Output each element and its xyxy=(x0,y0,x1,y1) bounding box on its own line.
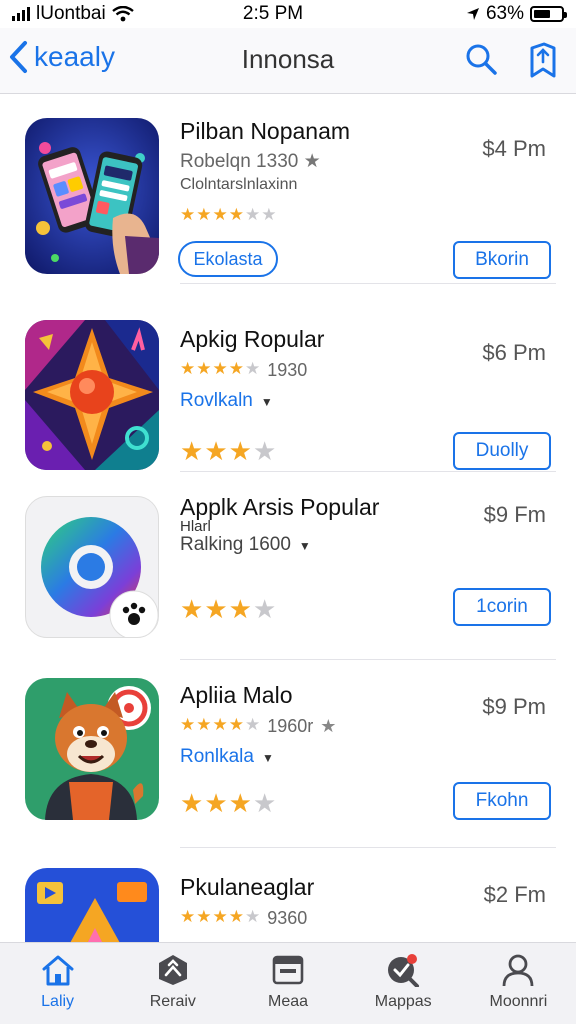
ranking-link[interactable]: Ralking 1600 ▼ xyxy=(180,534,311,556)
star-icon: ★ xyxy=(320,716,337,736)
tab-reraiv[interactable]: Reraiv xyxy=(115,943,230,1024)
tab-label: Reraiv xyxy=(149,993,196,1010)
app-name: Apliia Malo xyxy=(180,682,293,708)
caret-down-icon: ▼ xyxy=(260,395,273,409)
search-badge-icon xyxy=(388,954,420,987)
app-price: $6 Pm xyxy=(482,340,546,365)
tab-mappas[interactable]: Mappas xyxy=(346,943,461,1024)
tab-label: Moonnri xyxy=(489,993,548,1010)
tab-label: Laliy xyxy=(41,993,75,1010)
bookmark-share-icon xyxy=(530,42,556,78)
back-button[interactable]: keaaly xyxy=(8,40,115,74)
list-item[interactable]: Applk Arsis Popular $9 Fm Hlarl Ralking … xyxy=(0,472,576,660)
rating-count: 1930 xyxy=(267,360,308,380)
app-name: Apkig Ropular xyxy=(180,326,325,352)
caret-down-icon: ▼ xyxy=(261,751,274,765)
app-icon-star-burst xyxy=(25,320,159,470)
app-price: $9 Fm xyxy=(483,502,546,527)
rating-count: 9360 xyxy=(267,908,308,928)
app-name: Pilban Nopanam xyxy=(180,118,351,144)
share-button[interactable] xyxy=(528,42,558,83)
chevron-left-icon xyxy=(10,41,27,73)
app-icon-triangle-game xyxy=(25,868,159,942)
tab-label: Meaa xyxy=(267,993,309,1010)
star-rating: ★ ★ ★ ★ xyxy=(180,594,277,624)
star-rating: ★ ★ ★ ★ xyxy=(180,788,277,818)
location-icon xyxy=(466,8,479,20)
app-price: $4 Pm xyxy=(482,136,546,161)
small-star-rating: ★ ★ ★ ★ ★ 9360 xyxy=(180,907,308,928)
category-pill-button[interactable]: Ekolasta xyxy=(178,241,278,277)
app-icon-fox-character xyxy=(25,678,159,820)
search-icon xyxy=(466,44,497,75)
tab-label: Mappas xyxy=(374,993,432,1010)
navigation-bar: keaaly Innonsa xyxy=(0,28,576,94)
get-button[interactable]: Fkohn xyxy=(453,782,551,820)
app-name: Applk Arsis Popular xyxy=(180,494,380,520)
app-icon-phones xyxy=(25,118,159,274)
app-rating-text: Robelqn 1330 ★ xyxy=(180,151,321,172)
battery-icon xyxy=(530,6,567,22)
battery-percent: 63% xyxy=(485,3,524,24)
category-link[interactable]: Ronlkala ▼ xyxy=(180,746,274,768)
get-button[interactable]: Bkorin xyxy=(453,241,551,279)
get-button[interactable]: Duolly xyxy=(453,432,551,470)
caret-down-icon: ▼ xyxy=(298,539,311,553)
app-subtitle: Clolntarslnlaxinn xyxy=(180,176,298,193)
tab-bar: Laliy Reraiv Meaa Mappas Moonnri xyxy=(0,942,576,1024)
list-item[interactable]: Pilban Nopanam $4 Pm Robelqn 1330 ★ Clol… xyxy=(0,96,576,284)
status-time: 2:5 PM xyxy=(242,3,304,24)
app-icon-browser xyxy=(25,496,159,638)
status-bar: lUontbai 2:5 PM 63% xyxy=(0,0,576,28)
app-price: $2 Fm xyxy=(483,882,546,907)
apps-icon xyxy=(158,955,187,985)
tab-moonnri[interactable]: Moonnri xyxy=(461,943,576,1024)
signal-icon xyxy=(12,7,30,21)
app-subtitle: Hlarl xyxy=(180,518,211,535)
small-star-rating: ★ ★ ★ ★ ★ 1960r ★ xyxy=(180,715,337,736)
tab-meaa[interactable]: Meaa xyxy=(230,943,345,1024)
search-button[interactable] xyxy=(464,42,498,83)
rating-count: 1960r xyxy=(267,716,314,736)
list-item[interactable]: Pkulaneaglar $2 Fm ★ ★ ★ ★ ★ 9360 xyxy=(0,848,576,942)
category-link[interactable]: Rovlkaln ▼ xyxy=(180,390,273,412)
app-name: Pkulaneaglar xyxy=(180,874,315,900)
window-icon xyxy=(272,955,304,985)
back-label: keaaly xyxy=(34,41,115,72)
list-item[interactable]: Apliia Malo $9 Pm ★ ★ ★ ★ ★ 1960r ★ Ronlkala ▼ … xyxy=(0,660,576,848)
tab-laliy[interactable]: Laliy xyxy=(0,943,115,1024)
star-icon: ★ xyxy=(303,151,321,172)
carrier-label: lUontbai xyxy=(36,3,106,24)
star-rating: ★ ★ ★ ★ xyxy=(180,436,277,466)
home-icon xyxy=(42,955,74,986)
app-list: Pilban Nopanam $4 Pm Robelqn 1330 ★ Clol… xyxy=(0,96,576,942)
app-price: $9 Pm xyxy=(482,694,546,719)
star-rating: ★ ★ ★ ★ ★ ★ xyxy=(180,205,277,224)
get-button[interactable]: 1corin xyxy=(453,588,551,626)
list-item[interactable]: Apkig Ropular $6 Pm ★ ★ ★ ★ ★ 1930 Rovlkaln ▼ … xyxy=(0,284,576,472)
small-star-rating: ★ ★ ★ ★ ★ 1930 xyxy=(180,359,308,380)
wifi-icon xyxy=(111,6,134,22)
person-icon xyxy=(503,954,534,987)
